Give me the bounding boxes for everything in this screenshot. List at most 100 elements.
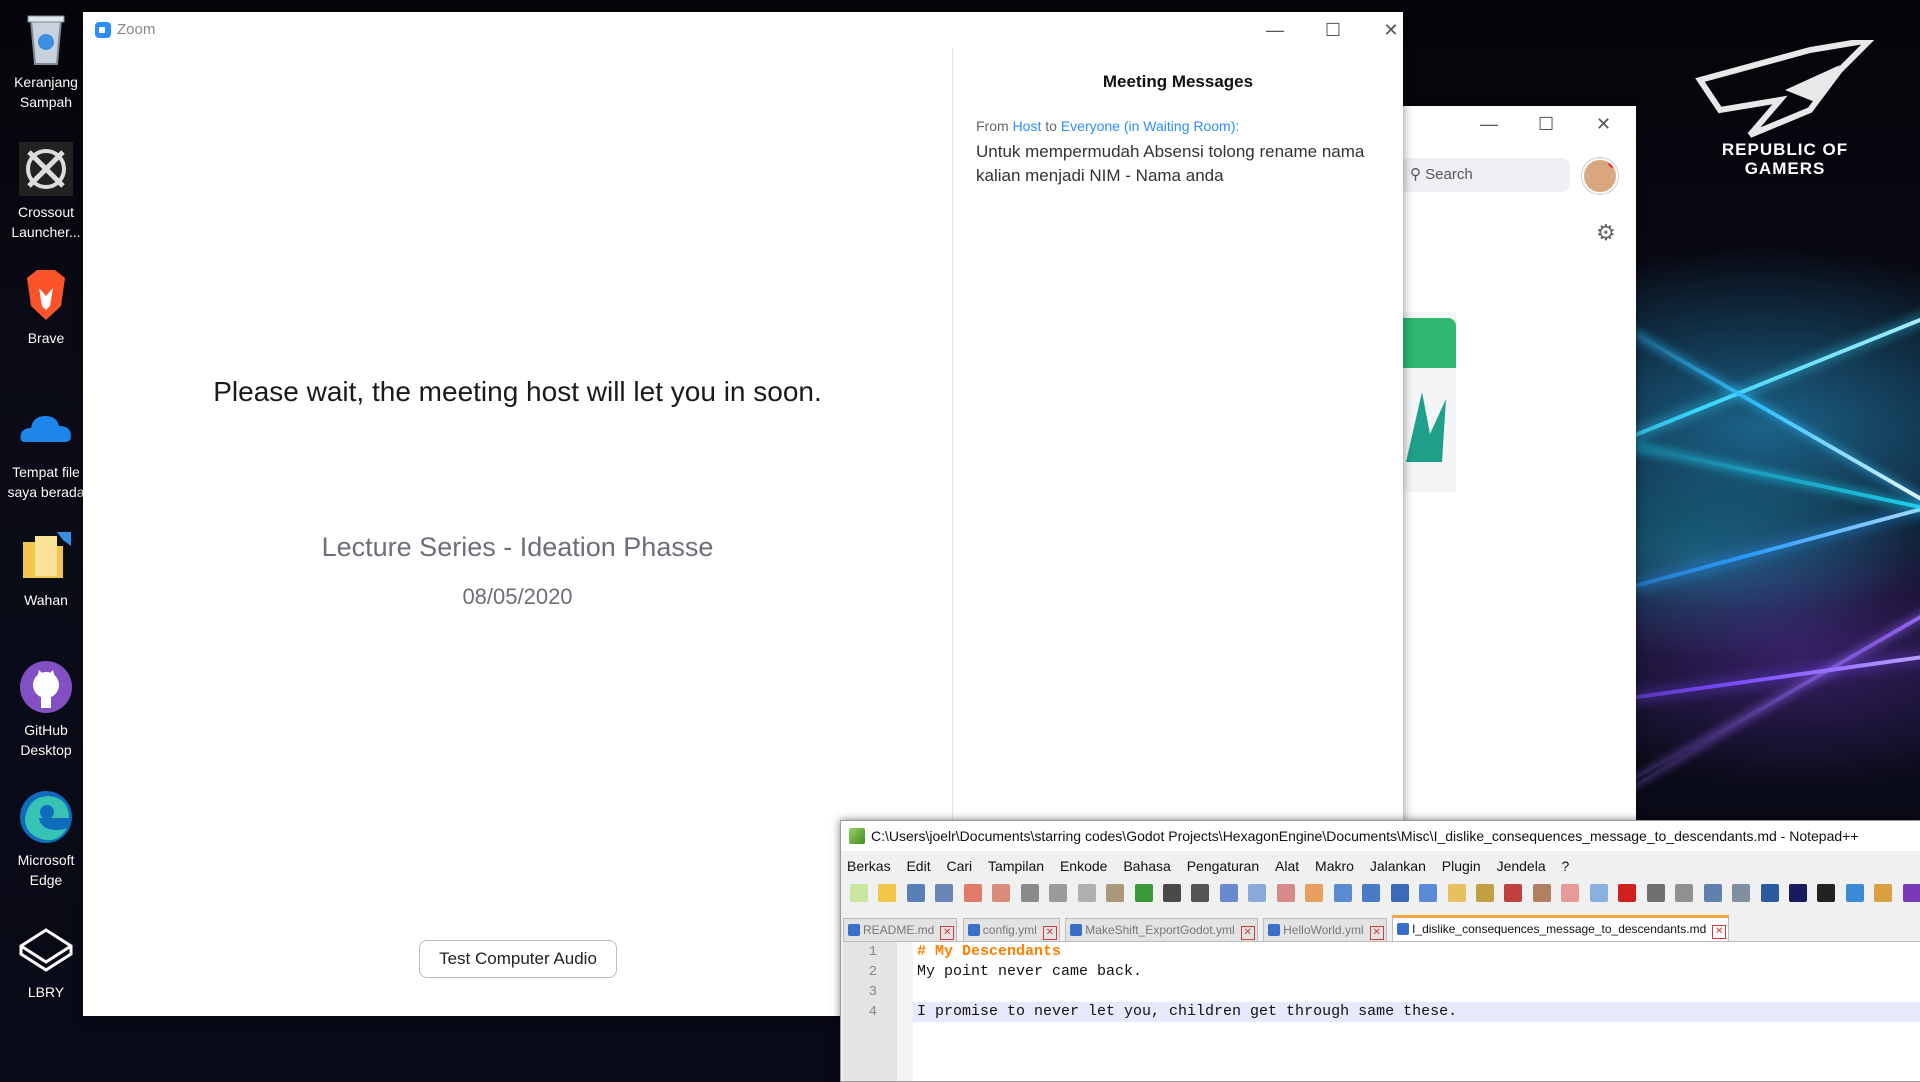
file-tab[interactable]: MakeShift_ExportGodot.yml ✕ [1065, 918, 1258, 941]
code-editor[interactable]: 1 # My Descendants 2 My point never came… [843, 941, 1920, 1081]
paste-icon[interactable] [1106, 884, 1125, 902]
eye-icon[interactable] [1589, 884, 1608, 902]
rog-eye-logo [1695, 40, 1875, 138]
line-number: 1 [868, 944, 877, 960]
plugin-icon[interactable] [1902, 884, 1920, 902]
open-file-icon[interactable] [878, 884, 897, 902]
print-icon[interactable] [1020, 884, 1039, 902]
menu-item[interactable]: Edit [906, 858, 930, 874]
record-macro-icon[interactable] [1618, 884, 1637, 902]
indent-guide-icon[interactable] [1419, 884, 1438, 902]
zoom-in-icon[interactable] [1248, 884, 1267, 902]
replace-icon[interactable] [1219, 884, 1238, 902]
save-all-icon[interactable] [935, 884, 954, 902]
test-audio-button[interactable]: Test Computer Audio [419, 940, 617, 978]
run-macro-multiple-icon[interactable] [1703, 884, 1722, 902]
desktop-icon-label: Brave [27, 330, 65, 346]
doc-map-icon[interactable] [1475, 884, 1494, 902]
sync-horizontal-icon[interactable] [1333, 884, 1352, 902]
menu-item[interactable]: Jendela [1497, 858, 1546, 874]
plugin-icon[interactable] [1760, 884, 1779, 902]
menu-item[interactable]: ? [1562, 858, 1570, 874]
tab-label: README.md [863, 923, 935, 937]
word-wrap-icon[interactable] [1362, 884, 1381, 902]
close-tab-icon[interactable]: ✕ [940, 926, 955, 940]
plugin-icon[interactable] [1817, 884, 1836, 902]
file-tab[interactable]: HelloWorld.yml ✕ [1263, 918, 1387, 941]
language-icon[interactable] [1447, 884, 1466, 902]
file-tab[interactable]: config.yml ✕ [962, 918, 1060, 941]
window-title: Zoom [117, 21, 156, 38]
desktop-icon-onedrive[interactable]: Tempat file saya berada [0, 400, 92, 502]
desktop-icon-crossout[interactable]: Crossout Launcher... [0, 140, 92, 242]
desktop-icon-wahan[interactable]: Wahan [0, 528, 92, 610]
gear-icon[interactable]: ⚙ [1596, 220, 1616, 246]
menu-item[interactable]: Cari [946, 858, 972, 874]
close-tab-icon[interactable]: ✕ [1240, 926, 1255, 940]
menu-item[interactable]: Makro [1315, 858, 1354, 874]
message-recipient[interactable]: Everyone (in Waiting Room): [1061, 118, 1239, 134]
desktop-icon-brave[interactable]: Brave [0, 266, 92, 348]
copy-icon[interactable] [1077, 884, 1096, 902]
folder-workspace-icon[interactable] [1532, 884, 1551, 902]
zoom-app-icon [95, 22, 111, 38]
stop-macro-icon[interactable] [1646, 884, 1665, 902]
desktop-icon-edge[interactable]: Microsoft Edge [0, 788, 92, 890]
message-meta: From Host to Everyone (in Waiting Room): [976, 118, 1239, 134]
minimize-icon[interactable]: — [1255, 14, 1295, 46]
monitoring-icon[interactable] [1561, 884, 1580, 902]
cut-icon[interactable] [1049, 884, 1068, 902]
close-all-icon[interactable] [992, 884, 1011, 902]
close-file-icon[interactable] [963, 884, 982, 902]
message-text: Untuk mempermudah Absensi tolong rename … [976, 142, 1365, 185]
new-file-icon[interactable] [850, 884, 868, 902]
menu-item[interactable]: Enkode [1060, 858, 1107, 874]
tab-label: I_dislike_consequences_message_to_descen… [1412, 922, 1707, 936]
desktop-icon-recycle-bin[interactable]: Keranjang Sampah [0, 10, 92, 112]
save-icon[interactable] [906, 884, 925, 902]
menu-item[interactable]: Bahasa [1123, 858, 1170, 874]
close-tab-icon[interactable]: ✕ [1712, 925, 1727, 939]
search-placeholder: Search [1425, 166, 1473, 183]
sync-vertical-icon[interactable] [1305, 884, 1324, 902]
desktop-icon-lbry[interactable]: LBRY [0, 920, 92, 1002]
file-icon [1268, 924, 1281, 936]
tab-label: config.yml [982, 923, 1037, 937]
redo-icon[interactable] [1162, 884, 1181, 902]
file-tab[interactable]: README.md ✕ [843, 918, 958, 941]
desktop-icon-github-desktop[interactable]: GitHub Desktop [0, 658, 92, 760]
menu-item[interactable]: Pengaturan [1187, 858, 1259, 874]
desktop-icon-label: Tempat file saya berada [7, 464, 85, 500]
light-streak [1599, 600, 1920, 804]
close-tab-icon[interactable]: ✕ [1369, 926, 1384, 940]
maximize-icon[interactable]: ☐ [1538, 114, 1554, 135]
close-icon[interactable]: ✕ [1371, 14, 1411, 46]
save-macro-icon[interactable] [1732, 884, 1751, 902]
menu-item[interactable]: Alat [1275, 858, 1299, 874]
minimize-icon[interactable]: — [1480, 114, 1498, 135]
menu-item[interactable]: Jalankan [1370, 858, 1426, 874]
maximize-icon[interactable]: ☐ [1313, 14, 1353, 46]
plugin-icon[interactable] [1845, 884, 1864, 902]
menu-item[interactable]: Berkas [847, 858, 891, 874]
menu-item[interactable]: Plugin [1442, 858, 1481, 874]
plugin-icon[interactable] [1874, 884, 1893, 902]
avatar[interactable] [1582, 158, 1618, 194]
menu-item[interactable]: Tampilan [988, 858, 1044, 874]
plugin-icon[interactable] [1788, 884, 1807, 902]
notepad-plus-plus-window: C:\Users\joelr\Documents\starring codes\… [840, 820, 1920, 1082]
play-macro-icon[interactable] [1675, 884, 1694, 902]
close-tab-icon[interactable]: ✕ [1042, 926, 1057, 940]
desktop-icon-label: Crossout Launcher... [11, 204, 81, 240]
close-icon[interactable]: ✕ [1596, 114, 1611, 135]
search-input[interactable]: ⚲ Search [1400, 158, 1570, 192]
zoom-out-icon[interactable] [1276, 884, 1295, 902]
file-tab-active[interactable]: I_dislike_consequences_message_to_descen… [1392, 915, 1730, 941]
notepad-app-icon [849, 828, 865, 844]
message-sender[interactable]: Host [1013, 118, 1042, 134]
undo-icon[interactable] [1134, 884, 1153, 902]
edge-icon [17, 788, 75, 846]
function-list-icon[interactable] [1504, 884, 1523, 902]
show-all-chars-icon[interactable] [1390, 884, 1409, 902]
find-icon[interactable] [1191, 884, 1210, 902]
